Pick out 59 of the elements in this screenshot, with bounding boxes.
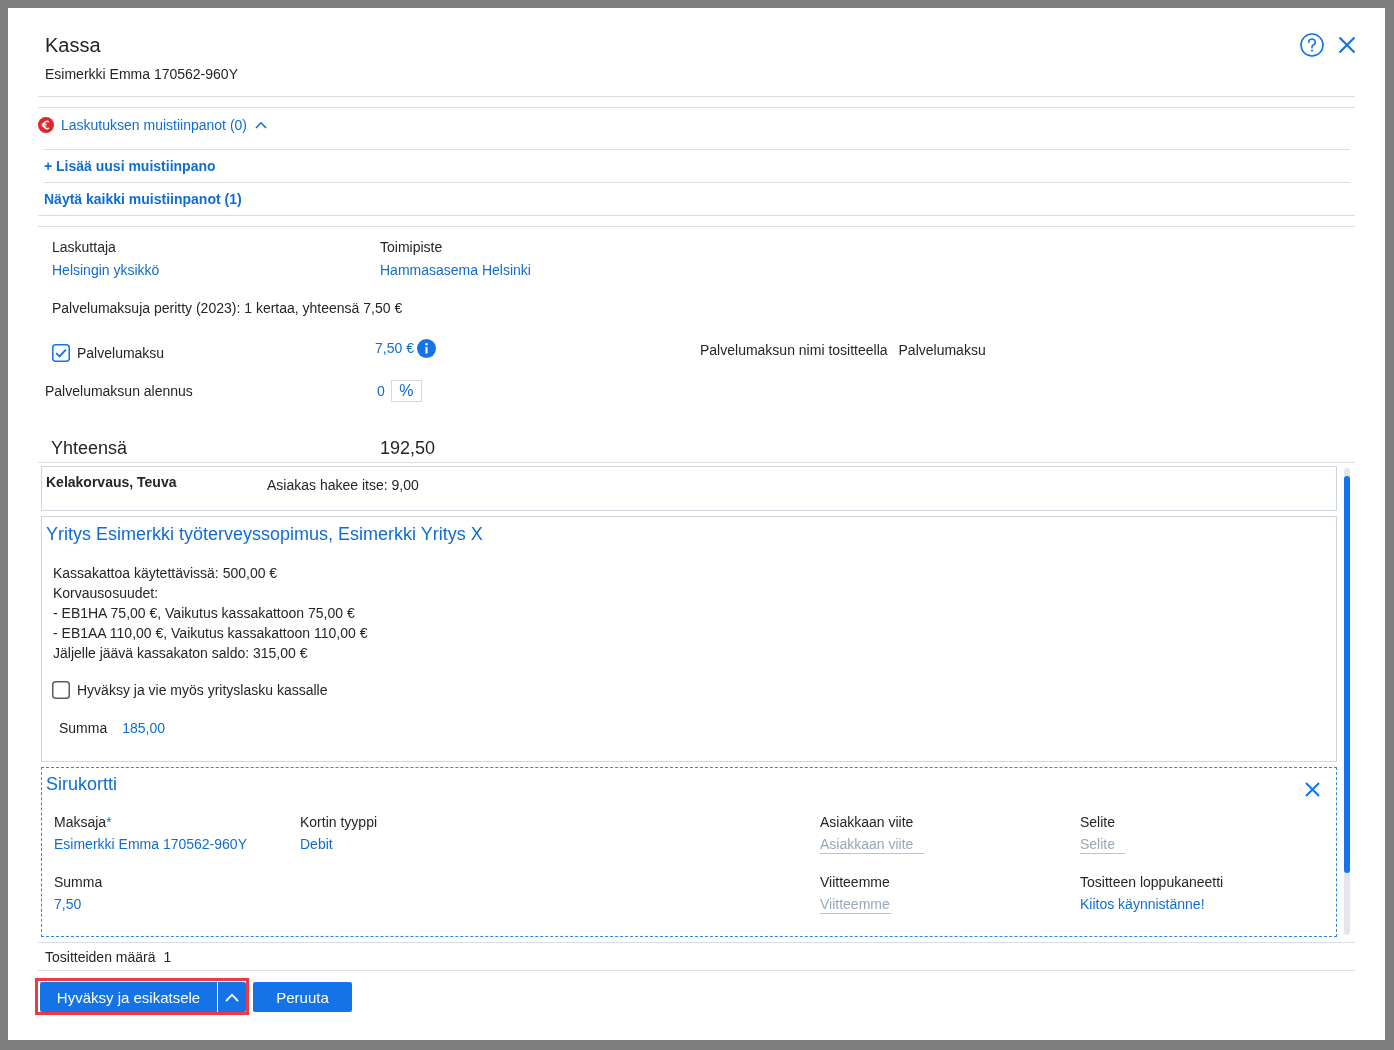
cancel-button[interactable]: Peruuta <box>253 982 352 1012</box>
notes-link[interactable]: + Lisää uusi muistiinpano <box>44 156 216 176</box>
field-value[interactable]: Esimerkki Emma 170562-960Y <box>54 834 247 854</box>
field-value[interactable]: Helsingin yksikkö <box>52 260 380 280</box>
field-label: Maksaja <box>54 814 107 830</box>
approve-button[interactable]: Hyväksy ja esikatsele <box>40 982 217 1012</box>
required-mark: * <box>106 814 112 830</box>
menu-toggle-button[interactable] <box>217 982 246 1012</box>
close-icon[interactable] <box>1305 782 1320 797</box>
field-label: Tositteiden määrä <box>45 947 156 967</box>
detail-line: Jäljelle jäävä kassakaton saldo: 315,00 € <box>53 644 309 663</box>
panel-title: Yritys Esimerkki työterveyssopimus, Esimerkki Yritys X <box>46 523 484 546</box>
field-label: Viitteemme <box>820 874 890 890</box>
checkbox[interactable] <box>52 681 70 699</box>
detail-line: Korvausosuudet: <box>53 584 160 603</box>
input-field[interactable]: Viitteemme <box>820 894 892 914</box>
field-value[interactable]: Kiitos käynnistänne! <box>1080 894 1205 914</box>
field-value[interactable]: Hammasasema Helsinki <box>380 260 1355 280</box>
chevron-up-icon <box>225 992 239 1002</box>
notes-link[interactable]: Näytä kaikki muistiinpanot (1) <box>44 189 242 209</box>
panel-title: Sirukortti <box>46 773 117 796</box>
input-field[interactable]: Selite <box>1080 834 1126 854</box>
total-label: Yhteensä <box>51 437 129 460</box>
field-value: Palvelumaksu <box>898 341 986 360</box>
notes-toggle[interactable]: Laskutuksen muistiinpanot (0) <box>61 114 267 135</box>
field-label: Palvelumaksun nimi tositteella <box>700 341 888 360</box>
field-label: Kortin tyyppi <box>300 814 378 830</box>
unit-selector[interactable]: % <box>390 380 422 402</box>
info-text: Palvelumaksuja peritty (2023): 1 kertaa, yhteensä 7,50 € <box>52 299 404 318</box>
close-icon[interactable] <box>1338 36 1356 54</box>
euro-icon <box>38 116 54 133</box>
checkbox[interactable] <box>52 344 70 362</box>
field-value: 1 <box>163 947 172 967</box>
field-label: Selite <box>1080 814 1116 830</box>
field-label: Toimipiste <box>380 238 444 257</box>
field-value[interactable]: 7,50 <box>54 894 82 914</box>
input-field[interactable]: Asiakkaan viite <box>820 834 925 854</box>
info-text: Asiakas hakee itse: 9,00 <box>267 476 419 495</box>
total-value: 192,50 <box>380 437 436 460</box>
detail-line: - EB1HA 75,00 €, Vaikutus kassakattoon 75,00 € <box>53 604 356 623</box>
field-label: Palvelumaksun alennus <box>45 383 194 399</box>
field-label: Laskuttaja <box>52 238 117 257</box>
patient-name: Esimerkki Emma 170562-960Y <box>45 65 238 84</box>
field-value[interactable]: 185,00 <box>122 718 166 738</box>
fee-amount[interactable]: 7,50 € <box>375 338 414 358</box>
discount-value[interactable]: 0 <box>377 383 385 399</box>
panel-title: Kelakorvaus, Teuva <box>46 473 178 492</box>
field-label: Asiakkaan viite <box>820 814 914 830</box>
help-icon[interactable] <box>1300 33 1324 57</box>
field-label: Summa <box>54 874 103 890</box>
dialog-title: Kassa <box>45 33 102 57</box>
field-label: Summa <box>59 719 108 738</box>
info-icon[interactable] <box>416 338 436 358</box>
detail-line: Kassakattoa käytettävissä: 500,00 € <box>53 564 279 583</box>
detail-line: - EB1AA 110,00 €, Vaikutus kassakattoon 110,00 € <box>53 624 369 643</box>
field-value[interactable]: Debit <box>300 834 333 854</box>
checkbox-label: Hyväksy ja vie myös yrityslasku kassalle <box>77 681 328 700</box>
field-label: Tositteen loppukaneetti <box>1080 874 1224 890</box>
checkbox-label: Palvelumaksu <box>77 344 165 363</box>
